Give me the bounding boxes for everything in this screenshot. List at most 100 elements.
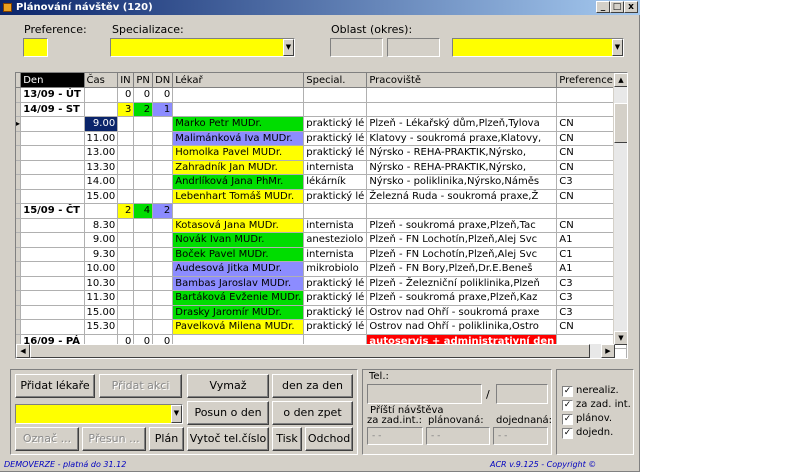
den-cell[interactable] [20,189,85,204]
visit-row[interactable]: 15.30 Pavelková Milena MUDr. praktický lé O… [16,319,627,335]
lekar-cell[interactable]: Marko Petr MUDr. [172,116,305,132]
pracoviste-cell[interactable]: Nýrsko - poliklinika,Nýrsko,Náměs [366,174,558,190]
checkbox-label-2[interactable]: plánov. [576,413,612,424]
dn-cell[interactable]: 1 [152,102,174,117]
lekar-cell[interactable]: Audesová Jitka MUDr. [172,261,305,277]
tel-field[interactable] [367,384,482,404]
tel-field-2[interactable] [496,384,548,404]
chevron-down-icon[interactable]: ▼ [283,39,294,56]
checkbox-label-1[interactable]: za zad. int. [576,399,631,410]
vytoc-button[interactable]: Vytoč tel.číslo [187,427,269,451]
special-cell[interactable]: praktický lé [303,305,368,320]
oznac-button[interactable]: Označ ... [15,427,79,451]
col-in[interactable]: IN [117,73,135,88]
dn-cell[interactable] [152,131,174,146]
col-special[interactable]: Special. [303,73,368,88]
scroll-down-icon[interactable]: ▼ [614,331,627,345]
checkbox-label-0[interactable]: nerealiz. [576,385,619,396]
pn-cell[interactable]: 4 [133,203,154,219]
pracoviste-cell[interactable]: Plzeň - FN Lochotín,Plzeň,Alej Svc [366,232,558,248]
special-cell[interactable] [303,102,368,117]
presun-button[interactable]: Přesun ... [82,427,146,451]
visit-row[interactable]: 13.30 Zahradník Jan MUDr. internista Nýrsko… [16,160,627,175]
cas-cell[interactable]: 11.30 [84,290,119,306]
pn-cell[interactable] [133,247,154,262]
cas-cell[interactable]: 14.00 [84,174,119,190]
oblast-dropdown[interactable]: ▼ [452,38,624,57]
pn-cell[interactable] [133,218,154,233]
visit-row[interactable]: 8.30 Kotasová Jana MUDr. internista Plzeň -… [16,218,627,233]
special-cell[interactable]: internista [303,247,368,262]
schedule-grid[interactable]: Den Čas IN PN DN Lékař Special. Pracoviš… [15,72,628,359]
day-row[interactable]: 13/09 - ÚT 0 0 0 [16,87,627,103]
visit-row[interactable]: 10.30 Bambas Jaroslav MUDr. praktický lé Pl… [16,276,627,291]
pracoviste-cell[interactable]: Plzeň - FN Bory,Plzeň,Dr.E.Beneš [366,261,558,277]
in-cell[interactable] [117,160,135,175]
pracoviste-cell[interactable]: Plzeň - soukromá praxe,Plzeň,Kaz [366,290,558,306]
in-cell[interactable] [117,319,135,335]
special-cell[interactable]: praktický lé [303,189,368,204]
posun-o-den-button[interactable]: Posun o den [187,401,269,425]
pn-cell[interactable] [133,145,154,161]
lekar-cell[interactable]: Novák Ivan MUDr. [172,232,305,248]
lekar-cell[interactable]: Zahradník Jan MUDr. [172,160,305,175]
visit-row[interactable]: 11.00 Malimánková Iva MUDr. praktický lé Kl… [16,131,627,146]
pn-cell[interactable] [133,261,154,277]
cas-cell[interactable]: 8.30 [84,218,119,233]
lekar-cell[interactable]: Bambas Jaroslav MUDr. [172,276,305,291]
pn-cell[interactable] [133,174,154,190]
special-cell[interactable]: praktický lé [303,290,368,306]
o-den-zpet-button[interactable]: o den zpet [272,401,353,425]
lekar-cell[interactable] [172,87,305,103]
scroll-thumb[interactable] [614,103,627,143]
pracoviste-cell[interactable]: Plzeň - soukromá praxe,Plzeň,Tac [366,218,558,233]
pracoviste-cell[interactable]: Nýrsko - REHA-PRAKTIK,Nýrsko, [366,160,558,175]
cas-cell[interactable] [84,87,119,103]
dn-cell[interactable] [152,247,174,262]
pracoviste-cell[interactable]: Plzeň - FN Lochotín,Plzeň,Alej Svc [366,247,558,262]
in-cell[interactable] [117,305,135,320]
dn-cell[interactable] [152,261,174,277]
den-cell[interactable] [20,218,85,233]
in-cell[interactable] [117,290,135,306]
den-cell[interactable] [20,131,85,146]
dn-cell[interactable] [152,189,174,204]
close-button[interactable]: x [624,1,638,13]
in-cell[interactable]: 0 [117,87,135,103]
oblast-field-2[interactable] [387,38,440,57]
tisk-button[interactable]: Tisk [272,427,302,451]
scroll-left-icon[interactable]: ◀ [16,344,30,358]
cas-cell[interactable]: 15.30 [84,319,119,335]
special-cell[interactable]: lékárník [303,174,368,190]
den-cell[interactable] [20,174,85,190]
day-row[interactable]: 15/09 - ČT 2 4 2 [16,203,627,219]
dn-cell[interactable] [152,116,174,132]
col-dn[interactable]: DN [152,73,174,88]
pridat-lekare-button[interactable]: Přidat lékaře [15,374,95,398]
minimize-button[interactable]: _ [596,1,610,13]
dn-cell[interactable] [152,276,174,291]
pn-cell[interactable] [133,290,154,306]
den-cell[interactable] [20,319,85,335]
special-cell[interactable]: anesteziolo [303,232,368,248]
chevron-down-icon[interactable]: ▼ [171,405,182,423]
lekar-cell[interactable]: Homolka Pavel MUDr. [172,145,305,161]
cas-cell[interactable]: 10.30 [84,276,119,291]
special-cell[interactable] [303,203,368,219]
dn-cell[interactable] [152,305,174,320]
special-cell[interactable]: praktický lé [303,319,368,335]
in-cell[interactable] [117,145,135,161]
pracoviste-cell[interactable]: Nýrsko - REHA-PRAKTIK,Nýrsko, [366,145,558,161]
pracoviste-cell[interactable] [366,203,558,219]
vymaz-button[interactable]: Vymaž [187,374,269,398]
special-cell[interactable]: praktický lé [303,276,368,291]
vertical-scrollbar[interactable]: ▲ ▼ [613,73,627,345]
lekar-cell[interactable]: Lebenhart Tomáš MUDr. [172,189,305,204]
in-cell[interactable] [117,174,135,190]
cas-cell[interactable]: 9.00 [84,232,119,248]
plan-button[interactable]: Plán [149,427,184,451]
den-cell[interactable] [20,116,85,132]
in-cell[interactable] [117,247,135,262]
day-row[interactable]: 14/09 - ST 3 2 1 [16,102,627,117]
pn-cell[interactable] [133,276,154,291]
